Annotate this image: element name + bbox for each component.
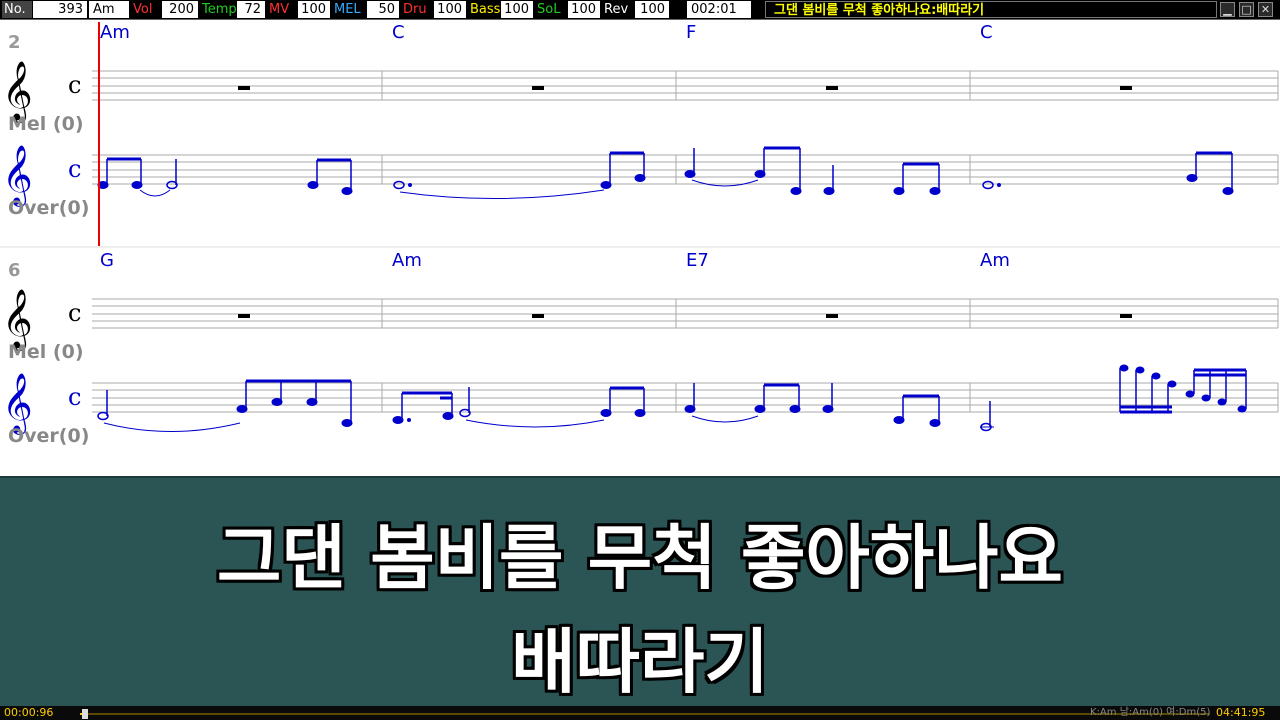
vol-value[interactable]: 200 xyxy=(162,1,198,18)
common-time-symbol: c xyxy=(68,155,81,183)
lyric-line-2: 배따라기 xyxy=(511,621,769,703)
melody-notes xyxy=(97,146,1234,200)
progress-bar[interactable] xyxy=(80,709,1210,719)
chord-symbol: E7 xyxy=(686,250,709,271)
whole-rests xyxy=(238,86,1132,90)
top-info-bar: No. 393 Am Vol 200 Temp 72 MV 100 MEL 50… xyxy=(0,0,1280,20)
lyric-line-1: 그댄 봄비를 무척 좋아하나요 xyxy=(217,517,1063,599)
common-time-symbol: c xyxy=(68,299,81,327)
bass-value[interactable]: 100 xyxy=(501,1,533,18)
mel-track-label: Mel (0) xyxy=(8,341,84,363)
maximize-icon[interactable]: □ xyxy=(1239,2,1254,17)
common-time-symbol: c xyxy=(68,383,81,411)
system-2: 6 G Am E7 Am 𝄞 c Mel (0) 𝄞 c Over(0) xyxy=(2,250,1279,447)
mv-value[interactable]: 100 xyxy=(298,1,330,18)
total-time: 04:41:95 xyxy=(1216,706,1266,719)
number-label: No. xyxy=(2,1,32,18)
chord-symbol: Am xyxy=(980,250,1010,271)
lyrics-panel: 그댄 봄비를 무척 좋아하나요 배따라기 xyxy=(0,476,1280,706)
common-time-symbol: c xyxy=(68,71,81,99)
song-title: 그댄 봄비를 무척 좋아하나요:배따라기 xyxy=(765,1,1217,18)
chord-symbol: Am xyxy=(100,22,130,43)
whole-rests xyxy=(238,314,1132,318)
song-number-value: 393 xyxy=(33,1,87,18)
dru-label: Dru xyxy=(403,2,427,17)
mel-label: MEL xyxy=(334,2,361,17)
chord-symbol: C xyxy=(392,22,405,43)
measure-number: 2 xyxy=(8,32,21,53)
sol-label: SoL xyxy=(537,2,561,17)
elapsed-time: 00:00:96 xyxy=(4,706,54,719)
progress-handle[interactable] xyxy=(81,709,88,719)
elapsed-time-display: 002:01 xyxy=(687,1,751,18)
chord-symbol: C xyxy=(980,22,993,43)
over-staff xyxy=(92,154,1279,185)
mv-label: MV xyxy=(269,2,290,17)
bass-label: Bass xyxy=(470,2,500,17)
dru-value[interactable]: 100 xyxy=(434,1,466,18)
over-track-label: Over(0) xyxy=(8,425,89,447)
chord-symbol: F xyxy=(686,22,696,43)
vol-label: Vol xyxy=(133,2,153,17)
key-value: Am xyxy=(89,1,129,18)
mel-staff xyxy=(92,70,1279,101)
mel-track-label: Mel (0) xyxy=(8,113,84,135)
status-bar: 00:00:96 K:Am 남:Am(0) 여:Dm(5) 04:41:95 xyxy=(0,706,1280,720)
sol-value[interactable]: 100 xyxy=(568,1,600,18)
chord-symbol: Am xyxy=(392,250,422,271)
key-info: K:Am 남:Am(0) 여:Dm(5) xyxy=(1090,707,1211,718)
close-icon[interactable]: ✕ xyxy=(1258,2,1273,17)
tempo-value[interactable]: 72 xyxy=(237,1,265,18)
minimize-icon[interactable]: ▁ xyxy=(1220,2,1235,17)
chord-symbol: G xyxy=(100,250,114,271)
rev-label: Rev xyxy=(604,2,629,17)
over-track-label: Over(0) xyxy=(8,197,89,219)
mel-staff xyxy=(92,298,1279,329)
system-1: 2 Am C F C 𝄞 c Mel (0) 𝄞 c Over(0) xyxy=(2,22,1279,219)
tempo-label: Temp xyxy=(202,2,236,17)
score-sheet: 2 Am C F C 𝄞 c Mel (0) 𝄞 c Over(0) 6 G A… xyxy=(0,22,1280,447)
rev-value[interactable]: 100 xyxy=(635,1,669,18)
measure-number: 6 xyxy=(8,260,21,281)
mel-value[interactable]: 50 xyxy=(367,1,399,18)
